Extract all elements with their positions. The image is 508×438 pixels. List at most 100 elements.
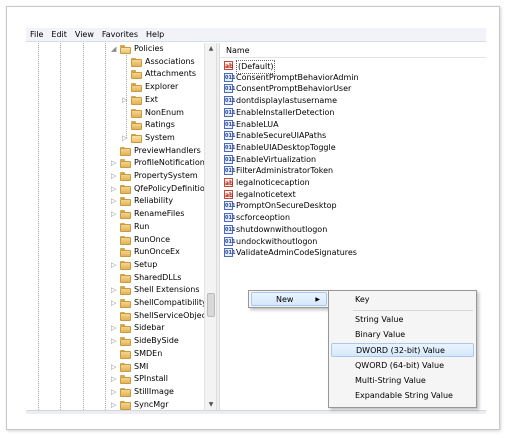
expand-arrow-icon[interactable]: ▷: [111, 299, 117, 307]
tree-item[interactable]: ◢ Policies: [26, 43, 206, 56]
value-row[interactable]: 011 EnableUIADesktopToggle: [224, 142, 424, 154]
value-row[interactable]: ab legalnoticetext: [224, 189, 424, 201]
expand-arrow-icon[interactable]: ▷: [111, 185, 117, 193]
tree-item[interactable]: Explorer: [26, 81, 206, 94]
tree-item[interactable]: ▷ ProfileNotification: [26, 157, 206, 170]
value-row[interactable]: 011 EnableLUA: [224, 119, 424, 131]
folder-icon: [131, 70, 142, 80]
folder-icon: [131, 108, 142, 118]
tree-item-label: Associations: [145, 56, 195, 66]
tree-item[interactable]: ▷ RenameFiles: [26, 208, 206, 221]
menu-help[interactable]: Help: [142, 28, 168, 42]
expand-arrow-icon[interactable]: ▷: [111, 363, 117, 371]
column-header-name[interactable]: Name: [220, 43, 486, 58]
expand-arrow-icon[interactable]: ▷: [111, 388, 117, 396]
menu-edit[interactable]: Edit: [47, 28, 71, 42]
tree-item-label: Run: [134, 221, 150, 231]
tree-item[interactable]: ▷ ShellCompatibility: [26, 297, 207, 310]
expand-arrow-icon[interactable]: ▷: [111, 261, 117, 269]
expand-arrow-icon[interactable]: ▷: [111, 324, 117, 332]
submenu-item[interactable]: Expandable String Value: [331, 389, 474, 403]
value-row[interactable]: 011 PromptOnSecureDesktop: [224, 200, 424, 212]
value-row[interactable]: 011 ConsentPromptBehaviorAdmin: [224, 72, 424, 84]
tree-item-label: Setup: [134, 259, 158, 269]
folder-icon: [120, 349, 131, 359]
submenu-item[interactable]: Key: [331, 293, 474, 307]
binary-value-icon: 011: [224, 201, 236, 211]
value-row[interactable]: 011 EnableVirtualization: [224, 154, 424, 166]
tree-item-label: Policies: [134, 44, 164, 53]
tree-item[interactable]: SMDEn: [26, 348, 206, 361]
tree-item-label: System: [145, 132, 175, 142]
value-row[interactable]: 011 ConsentPromptBehaviorUser: [224, 83, 424, 95]
submenu-item[interactable]: QWORD (64-bit) Value: [331, 359, 474, 373]
tree-item[interactable]: RunOnceEx: [26, 246, 206, 259]
submenu-item[interactable]: Binary Value: [331, 328, 474, 342]
tree-item[interactable]: ▷ SyncMgr: [26, 399, 206, 410]
submenu-item[interactable]: Multi-String Value: [331, 374, 474, 388]
tree-item[interactable]: Associations: [26, 56, 206, 69]
horizontal-scrollbar[interactable]: [26, 410, 486, 414]
tree-item[interactable]: ▷ Ext: [26, 94, 206, 107]
tree-item[interactable]: ▷ Setup: [26, 259, 206, 272]
value-row[interactable]: 011 EnableInstallerDetection: [224, 107, 424, 119]
string-value-icon: ab: [224, 178, 234, 187]
collapse-arrow-icon[interactable]: ◢: [111, 45, 117, 53]
tree-item[interactable]: NonEnum: [26, 107, 206, 120]
value-row[interactable]: 011 dontdisplaylastusername: [224, 95, 424, 107]
tree-item[interactable]: ▷ SPInstall: [26, 373, 206, 386]
scroll-thumb[interactable]: [207, 293, 215, 317]
tree-item[interactable]: Ratings: [26, 119, 206, 132]
folder-icon: [120, 286, 131, 296]
expand-arrow-icon[interactable]: ▷: [111, 210, 117, 218]
tree-item[interactable]: ShellServiceObject: [26, 310, 209, 323]
menu-favorites[interactable]: Favorites: [98, 28, 142, 42]
value-row[interactable]: 011 ValidateAdminCodeSignatures: [224, 247, 424, 259]
expand-arrow-icon[interactable]: ▷: [111, 337, 117, 345]
expand-arrow-icon[interactable]: ▷: [111, 197, 117, 205]
menu-file[interactable]: File: [26, 28, 47, 42]
tree-item[interactable]: PreviewHandlers: [26, 145, 206, 158]
folder-icon: [120, 235, 131, 245]
registry-key-tree[interactable]: ◢ Policies Associations Attachments Explorer…: [26, 43, 216, 410]
binary-value-icon: 011: [224, 119, 236, 129]
tree-item-label: Explorer: [145, 82, 179, 92]
tree-item[interactable]: ▷ SMI: [26, 361, 206, 374]
menu-view[interactable]: View: [71, 28, 98, 42]
expand-arrow-icon[interactable]: ▷: [111, 401, 117, 409]
tree-item[interactable]: RunOnce: [26, 234, 206, 247]
tree-item[interactable]: ▷ StillImage: [26, 386, 206, 399]
folder-icon: [120, 260, 131, 270]
tree-item-label: SMDEn: [134, 348, 163, 358]
value-row[interactable]: 011 FilterAdministratorToken: [224, 165, 424, 177]
expand-arrow-icon[interactable]: ▷: [111, 286, 117, 294]
expand-arrow-icon[interactable]: ▷: [111, 375, 117, 383]
tree-item[interactable]: ▷ SideBySide: [26, 335, 206, 348]
tree-item[interactable]: Run: [26, 221, 206, 234]
value-row[interactable]: 011 scforceoption: [224, 212, 424, 224]
tree-item[interactable]: SharedDLLs: [26, 272, 206, 285]
value-row[interactable]: 011 shutdownwithoutlogon: [224, 224, 424, 236]
value-name: ConsentPromptBehaviorAdmin: [236, 72, 359, 82]
expand-arrow-icon[interactable]: ▷: [122, 134, 128, 142]
tree-item[interactable]: ▷ QfePolicyDefinitio: [26, 183, 206, 196]
tree-item[interactable]: Attachments: [26, 68, 206, 81]
expand-arrow-icon[interactable]: ▷: [122, 96, 128, 104]
menu-item-new[interactable]: New ▶: [251, 292, 327, 306]
tree-item[interactable]: ▷ Sidebar: [26, 322, 206, 335]
value-row[interactable]: ab (Default): [224, 60, 424, 74]
tree-item[interactable]: ▷ Shell Extensions: [26, 284, 206, 297]
value-row[interactable]: 011 EnableSecureUIAPaths: [224, 130, 424, 142]
tree-scrollbar[interactable]: ▲ ▼: [204, 43, 216, 410]
tree-item[interactable]: ▷ System: [26, 132, 206, 145]
value-row[interactable]: 011 undockwithoutlogon: [224, 236, 424, 248]
submenu-item[interactable]: DWORD (32-bit) Value: [331, 343, 474, 357]
folder-icon: [120, 184, 131, 194]
value-row[interactable]: ab legalnoticecaption: [224, 177, 424, 189]
expand-arrow-icon[interactable]: ▷: [111, 172, 117, 180]
expand-arrow-icon[interactable]: ▷: [111, 159, 117, 167]
tree-item-label: RenameFiles: [134, 209, 185, 219]
tree-item[interactable]: ▷ Reliability: [26, 195, 206, 208]
tree-item[interactable]: ▷ PropertySystem: [26, 170, 206, 183]
submenu-item[interactable]: String Value: [331, 313, 474, 327]
